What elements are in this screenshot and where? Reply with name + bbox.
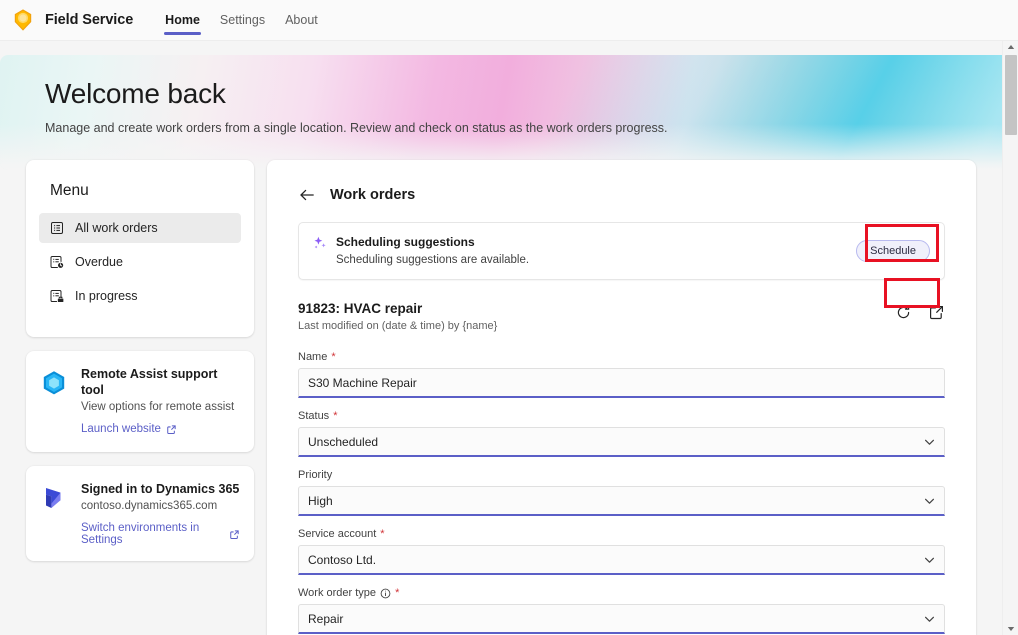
sidebar: Menu All work orders Overdue In progress… bbox=[26, 160, 254, 561]
label-text: Name bbox=[298, 351, 328, 363]
chevron-down-icon bbox=[923, 553, 936, 566]
field-label: Name * bbox=[298, 350, 945, 364]
field-service-account: Service account * Contoso Ltd. bbox=[298, 527, 945, 575]
suggestion-subtitle: Scheduling suggestions are available. bbox=[336, 254, 530, 266]
nav-item-settings[interactable]: Settings bbox=[210, 0, 275, 41]
vertical-scrollbar[interactable] bbox=[1002, 41, 1018, 635]
launch-website-link[interactable]: Launch website bbox=[81, 423, 177, 435]
caret-down-icon[interactable] bbox=[1003, 623, 1018, 635]
page-subtitle: Manage and create work orders from a sin… bbox=[45, 121, 668, 135]
card-title: Signed in to Dynamics 365 bbox=[81, 482, 240, 496]
nav-item-home[interactable]: Home bbox=[155, 0, 210, 41]
selected-value: Repair bbox=[308, 611, 344, 626]
sidebar-item-overdue[interactable]: Overdue bbox=[39, 247, 241, 277]
sidebar-item-label: All work orders bbox=[75, 221, 158, 235]
card-subtitle: contoso.dynamics365.com bbox=[81, 500, 218, 512]
banner-text: Welcome back Manage and create work orde… bbox=[45, 77, 668, 137]
remote-assist-card[interactable]: Remote Assist support tool View options … bbox=[26, 351, 254, 452]
selected-value: Contoso Ltd. bbox=[308, 552, 377, 567]
required-asterisk: * bbox=[380, 528, 385, 540]
dynamics-365-icon bbox=[39, 483, 69, 513]
suggestion-title: Scheduling suggestions bbox=[336, 235, 475, 249]
main-nav: Home Settings About bbox=[155, 0, 328, 41]
scrollbar-thumb[interactable] bbox=[1005, 55, 1017, 135]
chevron-down-icon bbox=[923, 435, 936, 448]
sparkle-icon bbox=[313, 236, 327, 250]
link-label: Launch website bbox=[81, 423, 161, 435]
remote-assist-hexagon-icon bbox=[39, 368, 69, 398]
dynamics-365-card[interactable]: Signed in to Dynamics 365 contoso.dynami… bbox=[26, 466, 254, 561]
name-input[interactable]: S30 Machine Repair bbox=[298, 368, 945, 398]
work-orders-panel: Work orders Scheduling suggestions Sched… bbox=[267, 160, 976, 635]
service-account-select[interactable]: Contoso Ltd. bbox=[298, 545, 945, 575]
card-title: Remote Assist support tool bbox=[81, 367, 218, 397]
work-order-actions bbox=[895, 304, 945, 321]
menu-heading: Menu bbox=[50, 182, 89, 199]
selected-value: High bbox=[308, 493, 333, 508]
sidebar-item-in-progress[interactable]: In progress bbox=[39, 281, 241, 311]
work-order-title: 91823: HVAC repair bbox=[298, 301, 423, 316]
info-icon[interactable] bbox=[380, 588, 391, 599]
nav-item-about[interactable]: About bbox=[275, 0, 328, 41]
required-asterisk: * bbox=[333, 410, 338, 422]
open-in-new-icon[interactable] bbox=[928, 304, 945, 321]
panel-header: Work orders bbox=[298, 186, 945, 204]
document-toolbox-icon bbox=[49, 288, 65, 304]
app-title: Field Service bbox=[45, 12, 134, 28]
link-label: Switch environments in Settings bbox=[81, 522, 200, 546]
required-asterisk: * bbox=[395, 587, 400, 599]
sidebar-item-label: Overdue bbox=[75, 255, 123, 269]
refresh-icon[interactable] bbox=[895, 304, 912, 321]
priority-select[interactable]: High bbox=[298, 486, 945, 516]
panel-title: Work orders bbox=[330, 187, 416, 203]
work-order-header: 91823: HVAC repair Last modified on (dat… bbox=[298, 301, 945, 332]
open-in-new-icon bbox=[166, 424, 177, 435]
list-document-icon bbox=[49, 220, 65, 236]
field-label: Service account * bbox=[298, 527, 945, 541]
field-name: Name * S30 Machine Repair bbox=[298, 350, 945, 398]
field-priority: Priority High bbox=[298, 468, 945, 516]
status-select[interactable]: Unscheduled bbox=[298, 427, 945, 457]
required-asterisk: * bbox=[331, 351, 336, 363]
label-text: Service account bbox=[298, 528, 377, 540]
schedule-button[interactable]: Schedule bbox=[856, 240, 930, 262]
caret-up-icon[interactable] bbox=[1003, 41, 1018, 53]
chevron-down-icon bbox=[923, 494, 936, 507]
field-status: Status * Unscheduled bbox=[298, 409, 945, 457]
menu-card: Menu All work orders Overdue In progress bbox=[26, 160, 254, 337]
field-service-badge-icon bbox=[10, 7, 36, 33]
sidebar-item-all-work-orders[interactable]: All work orders bbox=[39, 213, 241, 243]
chevron-down-icon bbox=[923, 612, 936, 625]
label-text: Work order type bbox=[298, 587, 377, 599]
open-in-new-icon bbox=[229, 529, 240, 540]
switch-environments-link[interactable]: Switch environments in Settings bbox=[81, 522, 240, 546]
welcome-banner: Welcome back Manage and create work orde… bbox=[0, 55, 1003, 170]
sidebar-item-label: In progress bbox=[75, 289, 138, 303]
label-text: Status bbox=[298, 410, 330, 422]
selected-value: Unscheduled bbox=[308, 434, 379, 449]
page-title: Welcome back bbox=[45, 78, 226, 109]
app-root: Field Service Home Settings About Welcom… bbox=[0, 0, 1018, 635]
document-clock-icon bbox=[49, 254, 65, 270]
field-label: Status * bbox=[298, 409, 945, 423]
back-arrow-icon[interactable] bbox=[298, 186, 316, 204]
scheduling-suggestions-banner: Scheduling suggestions Scheduling sugges… bbox=[298, 222, 945, 280]
app-header: Field Service Home Settings About bbox=[0, 0, 1018, 41]
card-subtitle: View options for remote assist bbox=[81, 401, 235, 413]
work-order-type-select[interactable]: Repair bbox=[298, 604, 945, 634]
field-work-order-type: Work order type * Repair bbox=[298, 586, 945, 634]
work-order-form: Name * S30 Machine Repair Status * Unsch… bbox=[298, 350, 945, 635]
work-order-subtitle: Last modified on (date & time) by {name} bbox=[298, 320, 498, 332]
field-label: Work order type * bbox=[298, 586, 945, 600]
field-label: Priority bbox=[298, 468, 945, 482]
label-text: Priority bbox=[298, 469, 333, 481]
